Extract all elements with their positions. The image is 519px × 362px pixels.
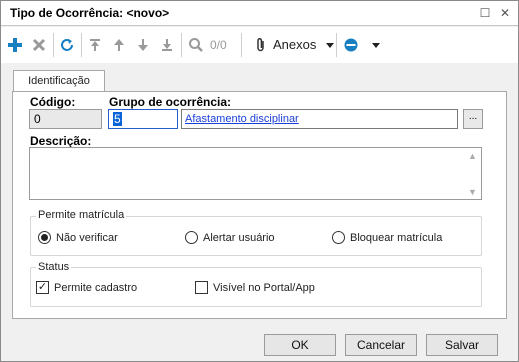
down-icon[interactable] [135, 37, 151, 53]
checkbox-box: ✓ [36, 281, 49, 294]
checkbox-permite-cadastro[interactable]: ✓ Permite cadastro [36, 281, 137, 294]
radio-bloquear-matricula[interactable]: Bloquear matrícula [332, 231, 442, 244]
radio-label: Alertar usuário [203, 231, 275, 244]
first-icon[interactable] [87, 37, 103, 53]
radio-button [332, 231, 345, 244]
anexos-button[interactable]: Anexos [273, 37, 316, 52]
search-icon[interactable] [188, 37, 204, 53]
grupo-code-value: 5 [113, 112, 122, 126]
radio-label: Não verificar [56, 231, 118, 244]
checkbox-label: Visível no Portal/App [213, 281, 315, 294]
status-title: Status [36, 261, 72, 273]
title-bar: Tipo de Ocorrência: <novo> ☐ ✕ [1, 1, 518, 26]
radio-label: Bloquear matrícula [350, 231, 443, 244]
up-icon[interactable] [111, 37, 127, 53]
checkbox-label: Permite cadastro [54, 281, 138, 294]
options-dropdown-icon[interactable] [368, 37, 384, 53]
tab-identificacao[interactable]: Identificação [13, 70, 105, 92]
radio-button [185, 231, 198, 244]
search-count: 0/0 [210, 38, 227, 52]
scroll-up-icon[interactable]: ▲ [468, 151, 515, 161]
codigo-field[interactable]: 0 [29, 109, 102, 129]
toolbar-separator [53, 33, 54, 57]
refresh-icon[interactable] [59, 37, 75, 53]
scroll-down-icon[interactable]: ▼ [468, 187, 515, 197]
codigo-label: Código: [30, 95, 76, 109]
plus-icon[interactable] [7, 37, 23, 53]
grupo-desc-link[interactable]: Afastamento disciplinar [185, 113, 299, 125]
window-title: Tipo de Ocorrência: <novo> [10, 6, 170, 20]
maximize-button[interactable]: ☐ [476, 4, 494, 22]
last-icon[interactable] [159, 37, 175, 53]
descricao-textarea[interactable] [29, 147, 482, 200]
cancel-button[interactable]: Cancelar [345, 334, 417, 356]
toolbar: 0/0 Anexos [1, 27, 518, 63]
options-icon[interactable] [343, 37, 359, 53]
grupo-label: Grupo de ocorrência: [109, 95, 232, 109]
permite-matricula-title: Permite matrícula [36, 209, 127, 221]
grupo-code-field[interactable]: 5 [108, 109, 178, 129]
dialog-window: Tipo de Ocorrência: <novo> ☐ ✕ 0/0 Anexo… [0, 0, 519, 362]
delete-icon[interactable] [31, 37, 47, 53]
paperclip-icon[interactable] [253, 37, 269, 53]
close-button[interactable]: ✕ [496, 4, 514, 22]
toolbar-separator [81, 33, 82, 57]
checkbox-box [195, 281, 208, 294]
toolbar-separator [241, 33, 242, 57]
descricao-label: Descrição: [30, 134, 92, 148]
ok-button[interactable]: OK [264, 334, 336, 356]
checkbox-visivel-portal[interactable]: Visível no Portal/App [195, 281, 315, 294]
radio-button [38, 231, 51, 244]
radio-alertar-usuario[interactable]: Alertar usuário [185, 231, 275, 244]
toolbar-separator [181, 33, 182, 57]
lookup-button[interactable]: ... [463, 109, 483, 129]
save-button[interactable]: Salvar [426, 334, 498, 356]
toolbar-separator [336, 33, 337, 57]
radio-nao-verificar[interactable]: Não verificar [38, 231, 118, 244]
